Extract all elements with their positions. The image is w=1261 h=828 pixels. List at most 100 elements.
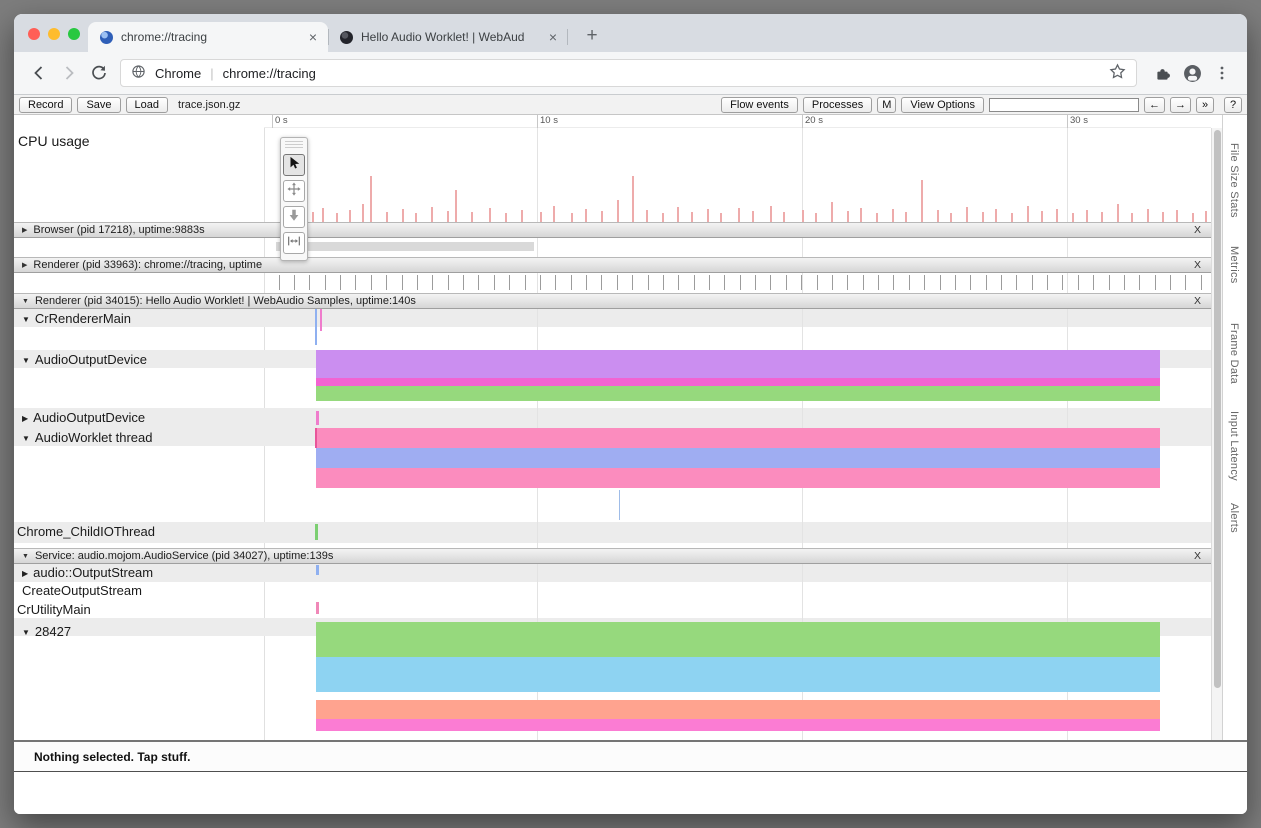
overflow-button[interactable]: » [1196,97,1214,113]
trace-event-mark[interactable] [315,309,317,345]
cpu-spike [646,210,648,222]
trace-slice[interactable] [316,350,1160,378]
vertical-scrollbar[interactable] [1211,128,1222,740]
trace-event-mark[interactable] [320,309,322,331]
zoom-tool-button[interactable] [283,206,305,228]
disclosure-arrow-icon[interactable]: ▼ [22,434,30,443]
trace-slice[interactable] [316,700,1160,719]
side-tab-file-size-stats[interactable]: File Size Stats [1228,143,1240,218]
minimize-window-button[interactable] [48,28,60,40]
trace-event-mark[interactable] [315,524,318,540]
tab-close-icon[interactable]: × [306,29,320,45]
disclosure-arrow-icon[interactable]: ▼ [22,315,30,324]
trace-slice[interactable] [316,719,1160,731]
side-tab-alerts[interactable]: Alerts [1228,503,1240,533]
tab-webaudio[interactable]: Hello Audio Worklet! | WebAud × [328,22,568,52]
timeline-body[interactable]: CPU usage▶Browser (pid 17218), uptime:98… [14,128,1211,740]
tab-close-icon[interactable]: × [546,29,560,45]
trace-event-mark[interactable] [316,602,319,614]
timing-tool-button[interactable] [283,232,305,254]
close-track-button[interactable]: X [1192,295,1203,307]
close-track-button[interactable]: X [1192,259,1203,271]
close-track-button[interactable]: X [1192,550,1203,562]
process-header[interactable]: ▶Browser (pid 17218), uptime:9883sX [14,222,1211,238]
track-label[interactable]: ▼AudioOutputDevice [14,352,147,367]
track-label[interactable]: ▼CrRendererMain [14,311,131,326]
disclosure-arrow-icon[interactable]: ▼ [22,298,29,305]
trace-slice[interactable] [316,622,1160,657]
cpu-spike [770,206,772,222]
track-label[interactable]: ▼28427 [14,624,71,639]
process-header[interactable]: ▼Service: audio.mojom.AudioService (pid … [14,548,1211,564]
trace-tick [986,275,987,290]
view-options-button[interactable]: View Options [901,97,984,113]
disclosure-arrow-icon[interactable]: ▶ [22,226,27,234]
trace-slice[interactable] [276,242,534,251]
trace-event-mark[interactable] [316,565,319,575]
tracing-favicon-icon [100,31,113,44]
ruler-tick-label: 30 s [1070,115,1088,126]
disclosure-arrow-icon[interactable]: ▼ [22,553,29,560]
back-button[interactable] [24,58,54,88]
new-tab-button[interactable]: + [578,22,606,50]
cpu-spike [540,212,542,222]
forward-button[interactable] [54,58,84,88]
cpu-spike [738,208,740,222]
trace-slice[interactable] [316,428,1160,448]
trace-slice[interactable] [316,386,1160,401]
save-button[interactable]: Save [77,97,120,113]
side-tab-frame-data[interactable]: Frame Data [1228,323,1240,384]
disclosure-arrow-icon[interactable]: ▼ [22,628,30,637]
find-next-button[interactable]: → [1170,97,1191,113]
help-button[interactable]: ? [1224,97,1242,113]
trace-slice[interactable] [316,657,1160,692]
disclosure-arrow-icon[interactable]: ▼ [22,356,30,365]
trace-slice[interactable] [316,378,1160,386]
track-label[interactable]: ▼AudioWorklet thread [14,430,152,445]
trace-slice[interactable] [316,448,1160,468]
select-tool-button[interactable] [283,154,305,176]
side-tab-input-latency[interactable]: Input Latency [1228,411,1240,481]
extension-icon[interactable] [1147,58,1177,88]
fullscreen-window-button[interactable] [68,28,80,40]
find-input[interactable] [989,98,1139,112]
metrics-button[interactable]: M [877,97,896,113]
side-tab-metrics[interactable]: Metrics [1228,246,1240,284]
trace-event-mark[interactable] [315,428,317,448]
process-header[interactable]: ▼Renderer (pid 34015): Hello Audio Workl… [14,293,1211,309]
bookmark-star-icon[interactable] [1109,63,1126,83]
ruler-tick-label: 10 s [540,115,558,126]
disclosure-arrow-icon[interactable]: ▶ [22,261,27,269]
trace-tick [970,275,971,290]
processes-button[interactable]: Processes [803,97,872,113]
pan-tool-button[interactable] [283,180,305,202]
track-label[interactable]: ▶AudioOutputDevice [14,410,145,425]
trace-tick [847,275,848,290]
trace-event-mark[interactable] [619,490,620,520]
tab-tracing[interactable]: chrome://tracing × [88,22,328,52]
scrollbar-thumb[interactable] [1214,130,1221,688]
trace-event-mark[interactable] [316,411,319,425]
trace-toolbar: Record Save Load trace.json.gz Flow even… [14,95,1247,115]
disclosure-arrow-icon[interactable]: ▶ [22,566,28,582]
close-window-button[interactable] [28,28,40,40]
profile-avatar-icon[interactable] [1177,58,1207,88]
menu-icon[interactable] [1207,58,1237,88]
track-label[interactable]: ▶audio::OutputStream CreateOutputStream [14,565,189,599]
palette-drag-handle[interactable] [285,141,303,150]
find-previous-button[interactable]: ← [1144,97,1165,113]
record-button[interactable]: Record [19,97,72,113]
disclosure-arrow-icon[interactable]: ▶ [22,414,28,423]
trace-slice[interactable] [316,468,1160,488]
address-bar[interactable]: Chrome | chrome://tracing [120,59,1137,87]
reload-button[interactable] [84,58,114,88]
close-track-button[interactable]: X [1192,224,1203,236]
cpu-spike [1011,213,1013,222]
trace-tick [893,275,894,290]
load-button[interactable]: Load [126,97,168,113]
globe-icon [131,64,146,82]
flow-events-button[interactable]: Flow events [721,97,798,113]
analysis-panel: Nothing selected. Tap stuff. [14,740,1247,814]
cpu-spike [707,209,709,222]
process-header[interactable]: ▶Renderer (pid 33963): chrome://tracing,… [14,257,1211,273]
